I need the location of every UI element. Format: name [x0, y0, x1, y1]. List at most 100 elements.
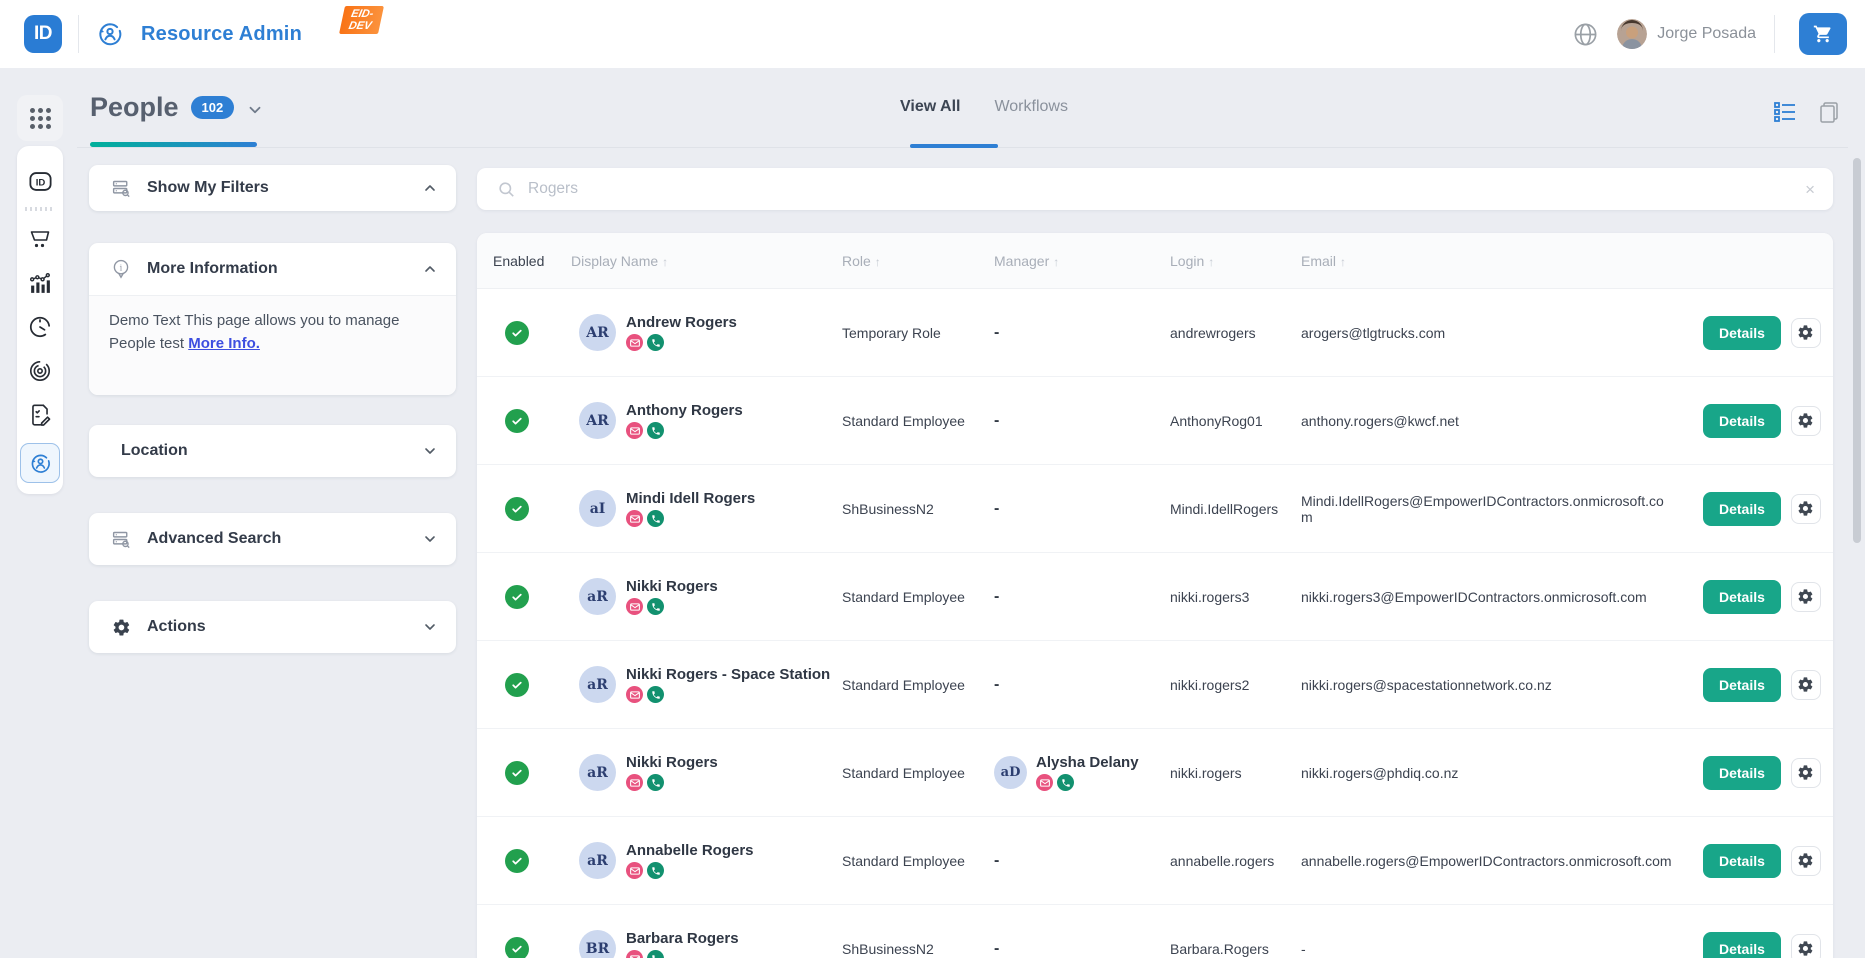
- person-badges: [626, 598, 718, 615]
- cell-actions: Details: [1683, 492, 1833, 526]
- more-info-link[interactable]: More Info.: [188, 335, 260, 352]
- email-badge-icon: [626, 510, 643, 527]
- gear-icon: [1797, 588, 1814, 605]
- cart-button[interactable]: [1799, 13, 1847, 55]
- cell-role: Standard Employee: [842, 853, 994, 869]
- resource-admin-icon: [28, 451, 53, 476]
- environment-badge: EID-DEV: [339, 6, 384, 34]
- app-launcher-button[interactable]: [17, 95, 63, 141]
- vertical-scrollbar[interactable]: [1853, 158, 1861, 543]
- record-count-badge: 102: [191, 96, 235, 119]
- manager-block[interactable]: aD Alysha Delany: [994, 754, 1170, 791]
- view-toggles: [1773, 100, 1841, 124]
- cell-display-name[interactable]: aR Nikki Rogers: [571, 754, 842, 791]
- details-button[interactable]: Details: [1703, 756, 1781, 790]
- row-settings-button[interactable]: [1791, 670, 1821, 700]
- row-settings-button[interactable]: [1791, 846, 1821, 876]
- top-bar: ID Resource Admin EID-DEV: [0, 0, 1865, 68]
- table-row: AR Anthony Rogers Standard Employee -: [477, 377, 1833, 465]
- card-view-icon[interactable]: [1817, 100, 1841, 124]
- details-button[interactable]: Details: [1703, 580, 1781, 614]
- panel-label: Show My Filters: [147, 179, 269, 197]
- panel-actions-header[interactable]: Actions: [89, 601, 456, 653]
- table-body: AR Andrew Rogers Temporary Role -: [477, 289, 1833, 958]
- cell-display-name[interactable]: BR Barbara Rogers: [571, 930, 842, 958]
- id-badge-icon: ID: [27, 168, 54, 195]
- table-row: aR Nikki Rogers Standard Employee -: [477, 553, 1833, 641]
- gear-icon: [1797, 940, 1814, 957]
- rail-item-cart[interactable]: [17, 217, 63, 261]
- panel-more-information-header[interactable]: i More Information: [89, 243, 456, 295]
- cell-email: nikki.rogers3@EmpowerIDContractors.onmic…: [1301, 589, 1683, 605]
- row-settings-button[interactable]: [1791, 934, 1821, 958]
- row-settings-button[interactable]: [1791, 494, 1821, 524]
- gear-icon: [1797, 412, 1814, 429]
- row-settings-button[interactable]: [1791, 582, 1821, 612]
- row-settings-button[interactable]: [1791, 318, 1821, 348]
- user-avatar: [1617, 19, 1647, 49]
- details-button[interactable]: Details: [1703, 668, 1781, 702]
- column-header-email[interactable]: Email↑: [1301, 253, 1683, 269]
- column-header-manager[interactable]: Manager↑: [994, 253, 1170, 269]
- rail-item-identity[interactable]: [17, 349, 63, 393]
- panel-advanced-search-header[interactable]: Advanced Search: [89, 513, 456, 565]
- row-settings-button[interactable]: [1791, 758, 1821, 788]
- cell-display-name[interactable]: aR Nikki Rogers: [571, 578, 842, 615]
- rail-item-id-badge[interactable]: ID: [17, 159, 63, 203]
- details-button[interactable]: Details: [1703, 404, 1781, 438]
- column-header-login[interactable]: Login↑: [1170, 253, 1301, 269]
- phone-badge-icon: [647, 334, 664, 351]
- column-header-role[interactable]: Role↑: [842, 253, 994, 269]
- cell-display-name[interactable]: AR Andrew Rogers: [571, 314, 842, 351]
- cell-display-name[interactable]: AR Anthony Rogers: [571, 402, 842, 439]
- tab-view-all[interactable]: View All: [900, 98, 960, 126]
- details-button[interactable]: Details: [1703, 492, 1781, 526]
- details-button[interactable]: Details: [1703, 932, 1781, 958]
- rail-item-resource-admin[interactable]: [20, 443, 60, 483]
- cell-login: Barbara.Rogers: [1170, 941, 1301, 957]
- cell-actions: Details: [1683, 668, 1833, 702]
- panel-location-header[interactable]: Location: [89, 425, 456, 477]
- person-avatar: aR: [579, 578, 616, 615]
- panel-actions: Actions: [89, 601, 456, 653]
- chevron-down-icon[interactable]: [246, 101, 264, 119]
- rail-item-analytics[interactable]: [17, 261, 63, 305]
- cell-display-name[interactable]: aI Mindi Idell Rogers: [571, 490, 842, 527]
- cell-role: Temporary Role: [842, 325, 994, 341]
- empowerid-logo[interactable]: ID: [24, 15, 62, 53]
- person-name: Anthony Rogers: [626, 402, 743, 419]
- details-button[interactable]: Details: [1703, 844, 1781, 878]
- person-badges: [626, 774, 718, 791]
- cell-enabled: [493, 585, 571, 609]
- cell-login: Mindi.IdellRogers: [1170, 501, 1301, 517]
- person-avatar: aR: [579, 754, 616, 791]
- email-badge-icon: [626, 422, 643, 439]
- phone-badge-icon: [1057, 774, 1074, 791]
- active-tab-underline: [910, 144, 998, 148]
- person-badges: [626, 950, 739, 958]
- person-avatar: aI: [579, 490, 616, 527]
- row-settings-button[interactable]: [1791, 406, 1821, 436]
- cell-enabled: [493, 321, 571, 345]
- table-row: aR Annabelle Rogers Standard Employee -: [477, 817, 1833, 905]
- rail-item-dashboard[interactable]: [17, 305, 63, 349]
- column-header-display-name[interactable]: Display Name↑: [571, 253, 842, 269]
- list-view-icon[interactable]: [1773, 101, 1797, 123]
- phone-badge-icon: [647, 422, 664, 439]
- cell-display-name[interactable]: aR Annabelle Rogers: [571, 842, 842, 879]
- panel-show-my-filters-header[interactable]: Show My Filters: [89, 165, 456, 211]
- cell-display-name[interactable]: aR Nikki Rogers - Space Station: [571, 666, 842, 703]
- table-row: aR Nikki Rogers - Space Station Standard…: [477, 641, 1833, 729]
- search-bar[interactable]: Rogers ×: [477, 168, 1833, 210]
- chart-icon: [28, 271, 53, 296]
- clear-search-icon[interactable]: ×: [1805, 181, 1815, 198]
- details-button[interactable]: Details: [1703, 316, 1781, 350]
- search-input[interactable]: Rogers: [528, 180, 1805, 198]
- language-globe-icon[interactable]: [1572, 21, 1599, 48]
- user-menu[interactable]: Jorge Posada: [1617, 19, 1756, 49]
- page-head: People 102: [90, 92, 264, 123]
- rail-item-requests[interactable]: [17, 393, 63, 437]
- cell-manager: -: [994, 940, 1170, 958]
- tab-workflows[interactable]: Workflows: [994, 98, 1068, 126]
- manager-avatar: aD: [994, 756, 1027, 789]
